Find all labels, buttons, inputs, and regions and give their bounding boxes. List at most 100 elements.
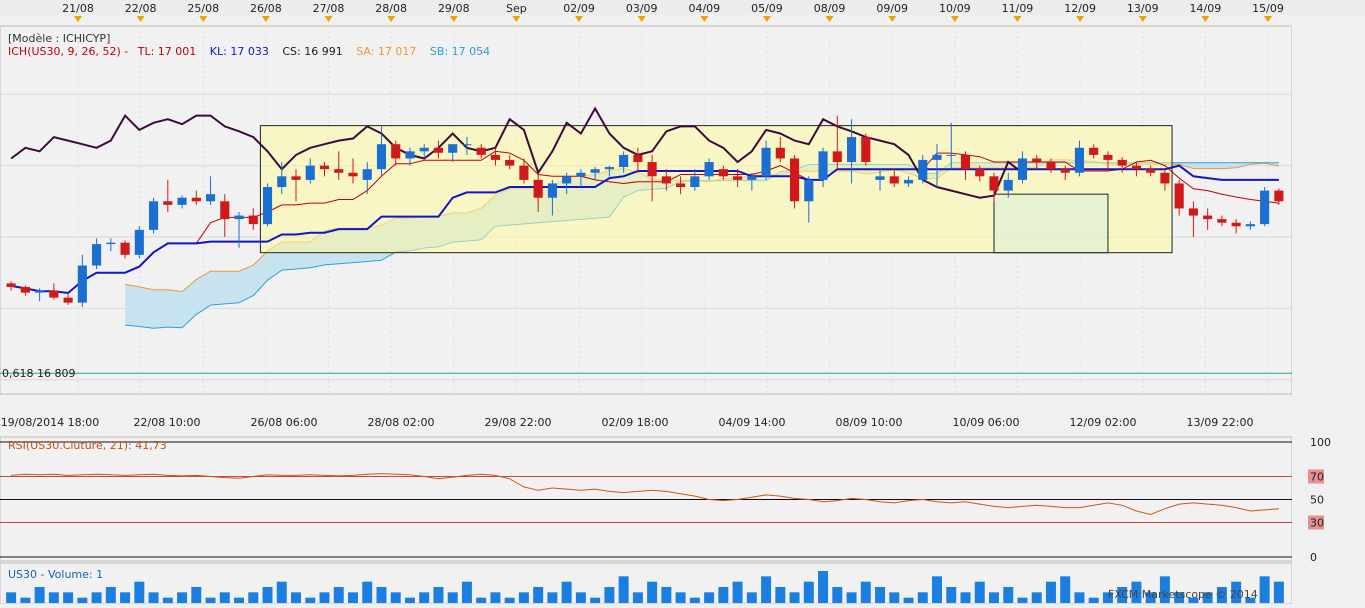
sb-value: SB: 17 054 [430, 45, 490, 58]
time-tick-label: 28/08 02:00 [368, 416, 435, 429]
date-marker-icon [1201, 16, 1210, 22]
volume-bar [775, 587, 786, 603]
volume-bar [547, 592, 558, 603]
candle-body [391, 144, 401, 159]
volume-bar [447, 592, 458, 603]
date-marker-icon [387, 16, 396, 22]
volume-bar [604, 587, 615, 603]
rsi-tick-label: 50 [1310, 494, 1324, 507]
volume-bar [875, 587, 886, 603]
candle-body [790, 158, 800, 202]
candle-body [20, 286, 30, 293]
time-tick-label: 19/08/2014 18:00 [1, 416, 100, 429]
date-marker-icon [261, 16, 270, 22]
volume-bar [276, 581, 287, 603]
time-tick-label: 08/09 10:00 [836, 416, 903, 429]
volume-bar [319, 592, 330, 603]
candle-body [234, 215, 244, 220]
top-date-label: 12/09 [1064, 2, 1096, 15]
top-date-label: 02/09 [563, 2, 595, 15]
top-date-label: 25/08 [187, 2, 219, 15]
volume-bar [903, 597, 914, 603]
volume-bar [219, 592, 230, 603]
top-date-label: 26/08 [250, 2, 282, 15]
volume-bar [518, 592, 529, 603]
candle-body [1146, 169, 1156, 173]
top-date-label: 03/09 [626, 2, 658, 15]
volume-bar [390, 592, 401, 603]
time-tick-label: 02/09 18:00 [602, 416, 669, 429]
candle-body [77, 265, 87, 303]
candle-body [334, 169, 344, 173]
candle-body [989, 176, 999, 191]
ichimoku-chart[interactable]: 21/08 22/08 25/08 26/08 27/08 28/08 29/08 Sep 02… [0, 0, 1365, 605]
volume-bar [362, 581, 373, 603]
volume-bar [704, 592, 715, 603]
rsi-label: RSI(US30.Cluture, 21): 41,73 [8, 439, 167, 452]
candle-body [875, 176, 885, 180]
top-date-label: 21/08 [62, 2, 94, 15]
candle-body [362, 169, 372, 180]
right-axis-bg [1292, 15, 1365, 604]
volume-bar [761, 576, 772, 603]
candle-body [818, 151, 828, 180]
date-marker-icon [1076, 16, 1085, 22]
date-marker-icon [74, 16, 82, 22]
volume-bar [1017, 597, 1028, 603]
top-date-label: 11/09 [1002, 2, 1034, 15]
candle-body [704, 162, 714, 177]
volume-bar [846, 592, 857, 603]
volume-bar [376, 587, 387, 603]
volume-bar [561, 581, 572, 603]
date-marker-icon [575, 16, 584, 22]
cs-value: CS: 16 991 [282, 45, 342, 58]
volume-bar [1003, 587, 1014, 603]
volume-bar [818, 571, 829, 603]
rsi-tick-label: 30 [1310, 517, 1324, 530]
volume-bar [20, 597, 31, 603]
volume-bar [91, 592, 102, 603]
candle-body [960, 154, 971, 170]
volume-bar [504, 597, 515, 603]
rsi-tick-label: 100 [1310, 436, 1331, 449]
volume-bar [333, 587, 344, 603]
candle-body [262, 187, 273, 225]
volume-bar [889, 592, 900, 603]
date-marker-icon [888, 16, 897, 22]
candle-body [1231, 222, 1241, 227]
volume-bar [1031, 592, 1042, 603]
candle-body [547, 183, 557, 198]
watermark: FXCM Marketscope © 2014 [1108, 588, 1258, 601]
candle-body [1089, 147, 1099, 155]
volume-bar [262, 587, 273, 603]
volume-bar [461, 581, 472, 603]
volume-bar [134, 581, 145, 603]
volume-bar [632, 592, 643, 603]
candle-body [1131, 165, 1141, 170]
candle-body [419, 147, 429, 152]
candle-body [1274, 190, 1284, 202]
candle-body [448, 144, 458, 153]
volume-bar [960, 592, 971, 603]
volume-bar [974, 581, 985, 603]
volume-bar [148, 592, 159, 603]
candle-body [1217, 219, 1227, 223]
date-marker-icon [950, 16, 959, 22]
candle-body [647, 162, 657, 177]
time-tick-label: 22/08 10:00 [134, 416, 201, 429]
model-label: [Modèle : ICHICYP] [8, 32, 110, 45]
candle-body [291, 176, 301, 180]
volume-bar [675, 592, 686, 603]
volume-bar [689, 597, 700, 603]
volume-bar [732, 581, 743, 603]
tl-value: TL: 17 001 [137, 45, 197, 58]
volume-bar [291, 592, 301, 603]
volume-bar [77, 597, 88, 603]
kl-value: KL: 17 033 [210, 45, 269, 58]
candle-body [918, 159, 928, 180]
date-marker-icon [637, 16, 646, 22]
indicator-legend: ICH(US30, 9, 26, 52) - TL: 17 001 KL: 17… [8, 45, 490, 58]
top-date-label: 28/08 [375, 2, 407, 15]
volume-bar [590, 597, 601, 603]
date-marker-icon [136, 16, 145, 22]
